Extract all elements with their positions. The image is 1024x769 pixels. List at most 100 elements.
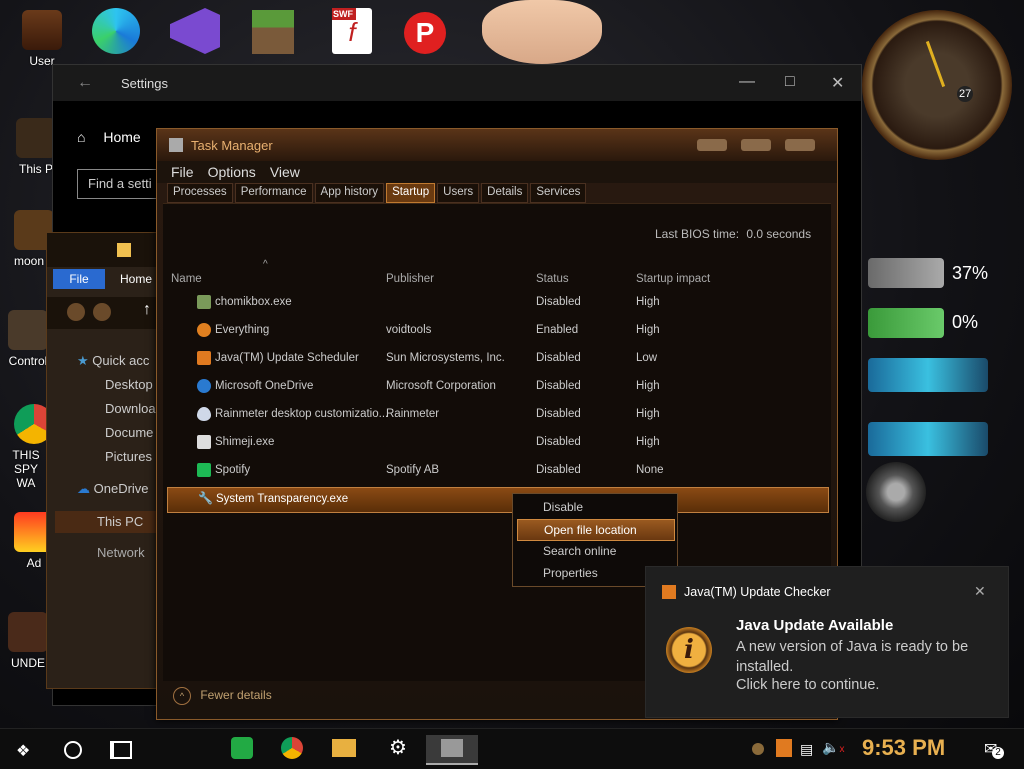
table-row[interactable]: Microsoft OneDrive Microsoft Corporation… <box>167 375 827 399</box>
explorer-nav-desktop[interactable]: Desktop <box>105 377 153 392</box>
maximize-icon[interactable]: □ <box>785 73 795 91</box>
sort-chevron-icon: ^ <box>263 259 268 270</box>
explorer-nav-downloads[interactable]: Downloa <box>105 401 156 416</box>
table-row[interactable]: Rainmeter desktop customizatio... Rainme… <box>167 403 827 427</box>
task-view-icon[interactable] <box>110 741 132 759</box>
memory-gauge <box>868 308 944 338</box>
swf-flash-icon[interactable]: SWF f <box>332 8 372 54</box>
context-menu-disable[interactable]: Disable <box>517 497 673 517</box>
p-app-icon[interactable]: P <box>404 12 446 54</box>
disk-gauge-1 <box>868 358 988 392</box>
taskbar-app-explorer[interactable] <box>324 735 364 763</box>
notification-heading: Java Update Available <box>736 617 894 634</box>
close-icon[interactable]: ✕ <box>974 583 986 600</box>
close-icon[interactable]: ✕ <box>831 73 844 93</box>
tab-startup[interactable]: Startup <box>386 183 436 203</box>
disk-gauge-2 <box>868 422 988 456</box>
explorer-nav-documents[interactable]: Docume <box>105 425 153 440</box>
bios-time: Last BIOS time: 0.0 seconds <box>655 227 812 241</box>
search-circle-icon[interactable] <box>64 741 82 759</box>
java-update-notification[interactable]: Java(TM) Update Checker ✕ i Java Update … <box>645 566 1009 718</box>
gear-icon: ⚙ <box>389 737 407 759</box>
taskbar-app-chrome[interactable] <box>272 735 312 763</box>
onedrive-icon <box>197 379 211 393</box>
explorer-tab-file[interactable]: File <box>53 269 105 289</box>
forward-button-icon[interactable] <box>93 303 111 321</box>
explorer-titlebar[interactable] <box>47 233 167 267</box>
table-row[interactable]: Shimeji.exe Disabled High <box>167 431 827 455</box>
column-publisher[interactable]: Publisher <box>386 273 434 285</box>
explorer-nav-quick-access[interactable]: ★ Quick acc <box>77 353 149 369</box>
back-button-icon[interactable] <box>67 303 85 321</box>
tab-details[interactable]: Details <box>481 183 529 203</box>
taskbar: ❖ ⚙ ▤ 🔈x 9:53 PM ✉ 2 <box>0 728 1024 769</box>
tab-performance[interactable]: Performance <box>234 183 313 203</box>
notification-app-name: Java(TM) Update Checker <box>684 585 831 599</box>
table-row[interactable]: chomikbox.exe Disabled High <box>167 291 827 315</box>
file-explorer-window[interactable]: File Home ↑ ★ Quick acc Desktop Downloa … <box>46 232 168 689</box>
windows-start-icon[interactable]: ❖ <box>16 741 30 761</box>
table-row[interactable]: Java(TM) Update Scheduler Sun Microsyste… <box>167 347 827 371</box>
column-status[interactable]: Status <box>536 273 569 285</box>
minecraft-icon[interactable] <box>252 10 294 54</box>
minimize-button[interactable] <box>697 139 727 151</box>
minimize-icon[interactable]: — <box>739 73 755 91</box>
back-arrow-icon[interactable]: ← <box>77 74 93 92</box>
rainmeter-drop-icon <box>197 407 211 421</box>
menu-view[interactable]: View <box>270 164 300 180</box>
gear-decoration <box>866 462 926 522</box>
explorer-nav-pictures[interactable]: Pictures <box>105 449 152 464</box>
settings-home-item[interactable]: ⌂ Home <box>77 129 141 145</box>
explorer-nav-network[interactable]: Network <box>97 545 145 560</box>
java-app-icon <box>662 585 676 599</box>
menu-file[interactable]: File <box>171 164 194 180</box>
maximize-button[interactable] <box>741 139 771 151</box>
tab-processes[interactable]: Processes <box>167 183 233 203</box>
task-manager-titlebar[interactable]: Task Manager <box>157 129 837 161</box>
chevron-up-icon: ^ <box>173 687 191 705</box>
home-icon: ⌂ <box>77 129 86 145</box>
steampunk-icon <box>8 612 48 652</box>
edge-icon[interactable] <box>92 8 140 54</box>
explorer-tab-home[interactable]: Home <box>109 269 163 289</box>
tray-java-icon[interactable] <box>776 739 792 757</box>
context-menu-open-file-location[interactable]: Open file location <box>517 519 675 541</box>
settings-search-input[interactable]: Find a setti <box>77 169 159 199</box>
spotify-icon <box>197 463 211 477</box>
info-icon: i <box>666 627 712 673</box>
tray-volume-muted-icon[interactable]: 🔈x <box>822 739 844 756</box>
taskbar-clock[interactable]: 9:53 PM <box>862 735 945 761</box>
column-name[interactable]: Name <box>171 273 202 285</box>
table-row[interactable]: Spotify Spotify AB Disabled None <box>167 459 827 483</box>
taskbar-app-settings[interactable]: ⚙ <box>378 735 418 763</box>
settings-title: Settings <box>121 75 168 91</box>
explorer-nav-onedrive[interactable]: ☁ OneDrive <box>77 481 149 497</box>
tab-app-history[interactable]: App history <box>314 183 385 203</box>
tray-steampunk-icon[interactable] <box>752 743 764 755</box>
everything-search-icon <box>197 323 211 337</box>
table-row-selected[interactable]: 🔧 System Transparency.exe <box>167 487 829 513</box>
fewer-details-link[interactable]: ^ Fewer details <box>173 687 272 705</box>
explorer-nav-bar: ↑ <box>47 297 167 329</box>
taskbar-app-task-manager[interactable] <box>426 735 478 765</box>
up-arrow-icon[interactable]: ↑ <box>143 301 151 319</box>
column-impact[interactable]: Startup impact <box>636 273 710 285</box>
taskbar-app-notes[interactable] <box>222 735 262 763</box>
cloud-icon: ☁ <box>77 481 90 496</box>
tab-services[interactable]: Services <box>530 183 587 203</box>
visual-studio-icon[interactable] <box>170 8 220 54</box>
tab-users[interactable]: Users <box>437 183 480 203</box>
notification-count-badge: 2 <box>992 747 1004 759</box>
context-menu-search-online[interactable]: Search online <box>517 541 673 561</box>
memory-gauge-label: 0% <box>952 312 979 332</box>
tray-network-icon[interactable]: ▤ <box>800 741 813 758</box>
task-manager-tabs: Processes Performance App history Startu… <box>157 183 837 203</box>
close-button[interactable] <box>785 139 815 151</box>
user-folder-icon <box>22 10 62 50</box>
menu-options[interactable]: Options <box>208 164 256 180</box>
desktop-icon-user[interactable]: User <box>14 10 70 68</box>
explorer-nav-this-pc[interactable]: This PC <box>55 511 165 533</box>
table-row[interactable]: Everything voidtools Enabled High <box>167 319 827 343</box>
shimeji-icon <box>197 435 211 449</box>
java-icon <box>197 351 211 365</box>
